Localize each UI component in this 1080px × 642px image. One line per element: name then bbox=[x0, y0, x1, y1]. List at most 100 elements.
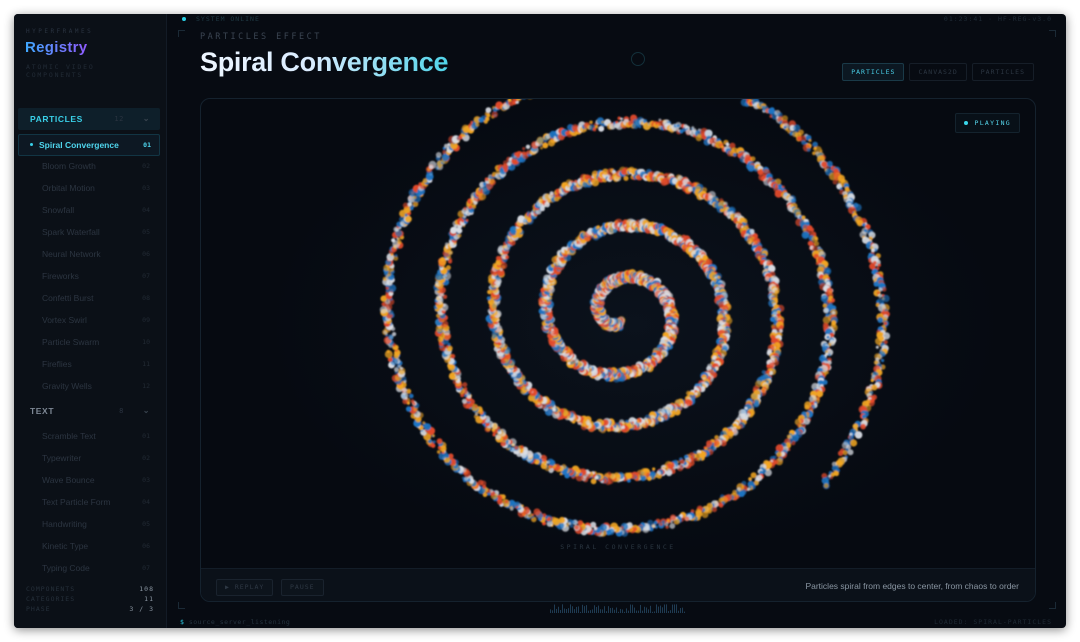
sidebar-item-label: Wave Bounce bbox=[42, 475, 95, 485]
particle bbox=[440, 256, 445, 262]
sidebar-item-number: 01 bbox=[143, 141, 151, 149]
sidebar-item-label: Spark Waterfall bbox=[42, 227, 100, 237]
particle bbox=[474, 405, 478, 408]
sidebar-item-bloom-growth[interactable]: Bloom Growth 02 bbox=[18, 156, 158, 176]
particle bbox=[750, 156, 756, 162]
particle bbox=[405, 215, 412, 223]
sidebar-item-fireworks[interactable]: Fireworks 07 bbox=[18, 266, 158, 286]
particle bbox=[761, 370, 766, 375]
particle bbox=[798, 129, 804, 136]
sidebar-item-spiral-convergence[interactable]: Spiral Convergence 01 bbox=[18, 134, 160, 156]
particle bbox=[594, 125, 599, 129]
sidebar-item-gravity-wells[interactable]: Gravity Wells 12 bbox=[18, 376, 158, 396]
category-label: TEXT bbox=[30, 406, 55, 416]
sidebar-item-number: 03 bbox=[142, 476, 150, 484]
particle bbox=[410, 399, 415, 404]
particle bbox=[823, 307, 829, 314]
sidebar-item-typing-code[interactable]: Typing Code 07 bbox=[18, 558, 158, 578]
particle bbox=[667, 519, 670, 523]
particle bbox=[436, 450, 441, 454]
particle bbox=[574, 179, 578, 183]
sidebar-item-number: 07 bbox=[142, 564, 150, 572]
sidebar-item-label: Scramble Text bbox=[42, 431, 96, 441]
sidebar-item-neural-network[interactable]: Neural Network 06 bbox=[18, 244, 158, 264]
tag-group: PARTICLES CANVAS2D PARTICLES bbox=[842, 63, 1034, 81]
particle bbox=[589, 120, 593, 125]
particle bbox=[486, 113, 491, 118]
particle bbox=[436, 438, 443, 445]
sidebar-item-number: 03 bbox=[142, 184, 150, 192]
chevron-down-icon: ⌄ bbox=[142, 114, 150, 123]
active-dot-icon bbox=[30, 143, 33, 146]
sidebar-item-label: Typewriter bbox=[42, 453, 82, 463]
particle bbox=[596, 225, 600, 229]
particle bbox=[428, 160, 437, 169]
particle bbox=[623, 175, 629, 181]
sidebar-item-particle-swarm[interactable]: Particle Swarm 10 bbox=[18, 332, 158, 352]
particle bbox=[847, 202, 852, 208]
particle bbox=[574, 525, 579, 530]
ring-decoration-icon bbox=[631, 52, 645, 66]
sidebar-item-vortex-swirl[interactable]: Vortex Swirl 09 bbox=[18, 310, 158, 330]
system-status-label: SYSTEM ONLINE bbox=[196, 15, 260, 23]
particle bbox=[832, 179, 838, 185]
particle bbox=[514, 445, 519, 450]
sidebar-item-label: Vortex Swirl bbox=[42, 315, 87, 325]
category-text[interactable]: TEXT 8 ⌄ bbox=[18, 400, 160, 422]
particle bbox=[392, 332, 397, 337]
sidebar-item-typewriter[interactable]: Typewriter 02 bbox=[18, 448, 158, 468]
sidebar-item-scramble-text[interactable]: Scramble Text 01 bbox=[18, 426, 158, 446]
brand-logo[interactable]: Registry bbox=[25, 39, 87, 56]
sidebar-item-number: 02 bbox=[142, 162, 150, 170]
particle bbox=[823, 267, 832, 276]
sidebar-item-fireflies[interactable]: Fireflies 11 bbox=[18, 354, 158, 374]
preview-stage[interactable]: PLAYING SPIRAL CONVERGENCE ▶ REPLAY PAUS… bbox=[200, 98, 1036, 602]
tag-particles-secondary[interactable]: PARTICLES bbox=[971, 63, 1034, 81]
sidebar: HYPERFRAMES Registry ATOMIC VIDEO COMPON… bbox=[14, 14, 167, 628]
sidebar-item-kinetic-type[interactable]: Kinetic Type 06 bbox=[18, 536, 158, 556]
brand-overline: HYPERFRAMES bbox=[26, 28, 94, 35]
category-label: PARTICLES bbox=[30, 114, 83, 124]
stat-categories: CATEGORIES 11 bbox=[26, 594, 154, 604]
sidebar-item-handwriting[interactable]: Handwriting 05 bbox=[18, 514, 158, 534]
sidebar-item-number: 07 bbox=[142, 272, 150, 280]
particle bbox=[733, 153, 737, 157]
tag-canvas2d[interactable]: CANVAS2D bbox=[909, 63, 967, 81]
particle bbox=[809, 227, 815, 232]
particle bbox=[445, 242, 449, 247]
particle bbox=[711, 506, 717, 513]
particle bbox=[679, 459, 685, 465]
category-particles[interactable]: PARTICLES 12 ⌄ bbox=[18, 108, 160, 130]
tag-particles[interactable]: PARTICLES bbox=[842, 63, 905, 81]
particle bbox=[397, 240, 402, 245]
particle bbox=[394, 254, 398, 258]
sidebar-item-snowfall[interactable]: Snowfall 04 bbox=[18, 200, 158, 220]
sidebar-item-number: 05 bbox=[142, 520, 150, 528]
particle bbox=[620, 117, 623, 121]
effect-category-label: PARTICLES EFFECT bbox=[200, 32, 322, 42]
sidebar-item-wave-bounce[interactable]: Wave Bounce 03 bbox=[18, 470, 158, 490]
particle bbox=[386, 349, 390, 354]
particle bbox=[438, 452, 446, 460]
sidebar-item-number: 06 bbox=[142, 250, 150, 258]
sidebar-item-number: 11 bbox=[142, 360, 150, 368]
particle bbox=[748, 241, 752, 245]
stat-label: PHASE bbox=[26, 605, 51, 613]
sidebar-item-spark-waterfall[interactable]: Spark Waterfall 05 bbox=[18, 222, 158, 242]
particle bbox=[422, 421, 426, 425]
sidebar-item-confetti-burst[interactable]: Confetti Burst 08 bbox=[18, 288, 158, 308]
sidebar-item-text-particle-form[interactable]: Text Particle Form 04 bbox=[18, 492, 158, 512]
particle bbox=[409, 393, 414, 399]
particle bbox=[701, 511, 709, 519]
particle bbox=[442, 150, 447, 155]
sidebar-item-orbital-motion[interactable]: Orbital Motion 03 bbox=[18, 178, 158, 198]
stat-label: CATEGORIES bbox=[26, 595, 76, 603]
chevron-down-icon: ⌄ bbox=[142, 406, 150, 415]
particle bbox=[719, 140, 722, 144]
particle bbox=[445, 345, 449, 349]
particle bbox=[808, 139, 812, 143]
particle bbox=[486, 296, 491, 301]
sidebar-item-label: Particle Swarm bbox=[42, 337, 100, 347]
clock-version: 01:23:41 · HF-REG-v3.0 bbox=[943, 15, 1052, 23]
sidebar-item-label: Bloom Growth bbox=[42, 161, 96, 171]
